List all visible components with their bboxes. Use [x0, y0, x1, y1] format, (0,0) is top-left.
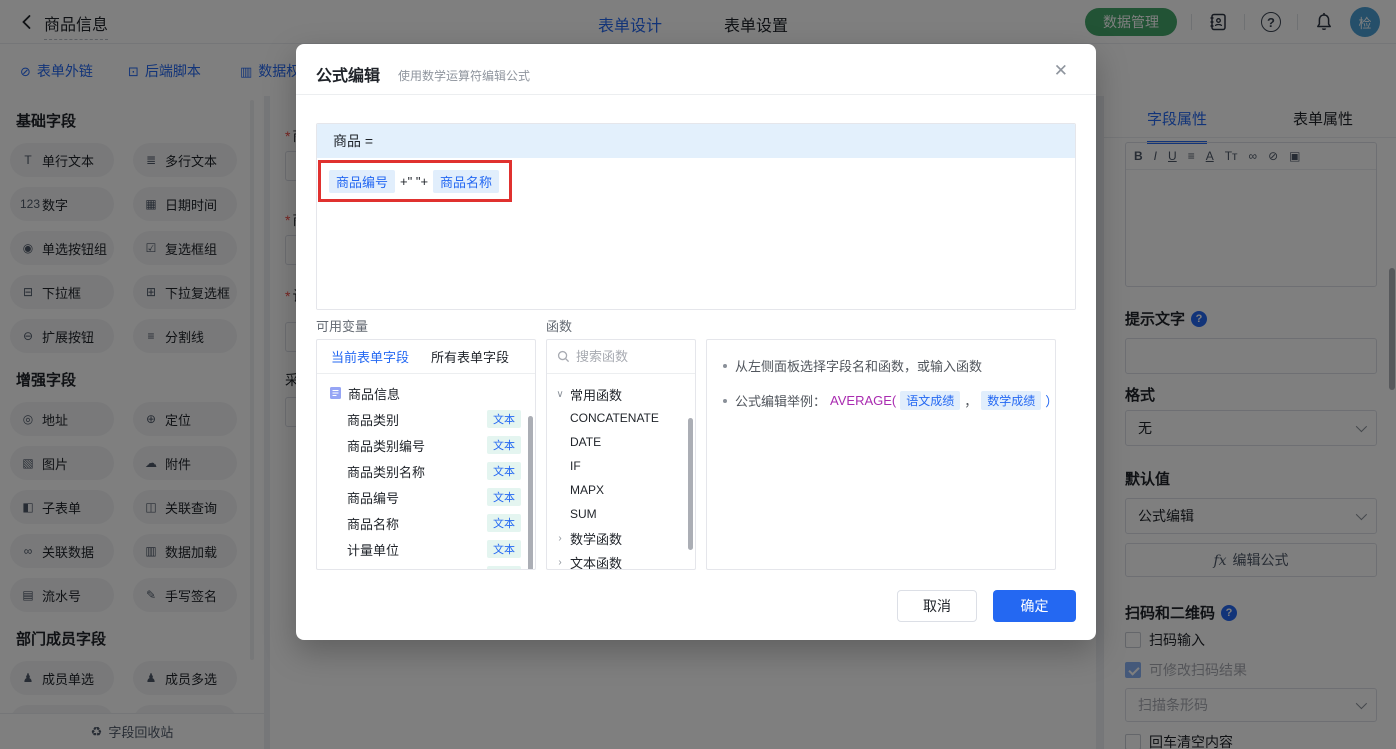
function-item-mapx[interactable]: MAPX: [547, 478, 695, 502]
form-group-node[interactable]: 商品信息: [317, 380, 535, 406]
formula-field-chip[interactable]: 商品编号: [329, 169, 396, 193]
variable-field-row[interactable]: 商品类别 文本: [317, 406, 535, 432]
function-group-common[interactable]: ∨ 常用函数: [547, 382, 695, 406]
tab-current-form-fields[interactable]: 当前表单字段: [331, 347, 409, 366]
variable-field-row[interactable]: 商品名称 文本: [317, 510, 535, 536]
functions-scrollbar[interactable]: [688, 418, 693, 550]
formula-operator: +" "+: [400, 173, 429, 189]
formula-highlight-box: 商品编号 +" "+ 商品名称: [318, 160, 512, 202]
group-label: 商品信息: [348, 386, 401, 402]
variable-name: 商品编号: [347, 490, 400, 506]
field-type-badge: 文本: [487, 410, 521, 428]
bullet-icon: [723, 363, 727, 368]
field-type-badge: 文本: [487, 488, 521, 506]
variable-name: 商品名称: [347, 516, 400, 532]
formula-editor-box: 商品 = 商品编号 +" "+ 商品名称: [316, 123, 1076, 310]
formula-target: 商品 =: [317, 124, 1075, 158]
close-icon[interactable]: ✕: [1054, 61, 1068, 81]
variable-field-row[interactable]: 商品类别名称 文本: [317, 458, 535, 484]
variable-field-row[interactable]: 计量单位 文本: [317, 536, 535, 562]
group-label: 数学函数: [570, 531, 623, 547]
variable-field-row[interactable]: 商品编号 文本: [317, 484, 535, 510]
formula-field-chip[interactable]: 商品名称: [433, 169, 500, 193]
help-text: 从左侧面板选择字段名和函数，或输入函数: [735, 359, 983, 374]
example-close-paren: ）: [1045, 391, 1055, 410]
cancel-button[interactable]: 取消: [897, 590, 977, 622]
example-function-name: AVERAGE(: [830, 393, 897, 408]
help-example-prefix: 公式编辑举例：: [735, 394, 827, 409]
divider: [296, 94, 1096, 95]
example-field-chip: 数学成绩: [981, 391, 1042, 410]
group-label: 常用函数: [570, 387, 623, 403]
chevron-right-icon: ›: [558, 556, 562, 568]
function-search[interactable]: [547, 340, 695, 374]
search-icon: [557, 350, 570, 363]
chevron-right-icon: ›: [558, 532, 562, 544]
function-group[interactable]: › 数学函数: [547, 526, 695, 550]
field-type-badge: 文本: [487, 540, 521, 558]
function-group[interactable]: › 文本函数: [547, 550, 695, 570]
field-type-badge: 文本: [487, 462, 521, 480]
function-item-date[interactable]: DATE: [547, 430, 695, 454]
help-line-2: 公式编辑举例： AVERAGE( 语文成绩 ， 数学成绩 ）: [723, 391, 1055, 410]
variable-field-row[interactable]: 文本: [317, 562, 535, 569]
variable-name: 商品类别名称: [347, 464, 426, 480]
field-type-badge: 文本: [487, 514, 521, 532]
field-type-badge: 文本: [487, 566, 521, 569]
chevron-down-icon: ∨: [556, 388, 564, 400]
bullet-icon: [723, 398, 727, 403]
modal-title: 公式编辑: [316, 68, 381, 85]
variables-label: 可用变量: [316, 319, 369, 334]
variable-name: 商品类别: [347, 412, 400, 428]
form-doc-icon: [330, 387, 341, 399]
variables-scrollbar[interactable]: [528, 416, 533, 569]
function-item-sum[interactable]: SUM: [547, 502, 695, 526]
variable-name: 商品类别编号: [347, 438, 426, 454]
function-list: ∨ 常用函数 CONCATENATE DATE IF MAPX SUM › 数学函数 › 文本…: [547, 374, 695, 570]
confirm-button[interactable]: 确定: [993, 590, 1076, 622]
example-field-chip: 语文成绩: [900, 391, 961, 410]
app: 商品信息 表单设计 表单设置 数据管理 ? 检 ⊘ 表单外链 ⊡ 后: [0, 0, 1396, 749]
function-item-if[interactable]: IF: [547, 454, 695, 478]
variable-field-row[interactable]: 商品类别编号 文本: [317, 432, 535, 458]
formula-editor-modal: 公式编辑 使用数学运算符编辑公式 ✕ 商品 = 商品编号 +" "+ 商品名称 可用…: [296, 44, 1096, 640]
tab-all-form-fields[interactable]: 所有表单字段: [431, 347, 509, 366]
help-line-1: 从左侧面板选择字段名和函数，或输入函数: [723, 356, 1055, 375]
modal-subtitle: 使用数学运算符编辑公式: [398, 69, 531, 83]
formula-input-area[interactable]: 商品编号 +" "+ 商品名称: [317, 158, 1075, 309]
variable-name: 计量单位: [347, 542, 400, 558]
functions-panel: ∨ 常用函数 CONCATENATEDATEIFMAPXSUM › 数学函数 › 文本…: [546, 339, 696, 570]
variables-tabs: 当前表单字段 所有表单字段: [317, 340, 535, 374]
function-item-concatenate[interactable]: CONCATENATE: [547, 406, 695, 430]
group-label: 文本函数: [570, 555, 623, 570]
formula-help-panel: 从左侧面板选择字段名和函数，或输入函数 公式编辑举例： AVERAGE( 语文成…: [706, 339, 1056, 570]
variables-tree: 商品信息 商品类别 文本 商品类别编号 文本 商品类别名称 文本 商品编号 文本 商品名称 文本计…: [317, 374, 535, 569]
functions-label: 函数: [546, 319, 573, 334]
function-search-input[interactable]: [576, 349, 676, 364]
field-type-badge: 文本: [487, 436, 521, 454]
variables-panel: 当前表单字段 所有表单字段 商品信息 商品类别 文本 商品类别编号 文本 商品类别名称文…: [316, 339, 536, 570]
example-comma: ，: [964, 394, 978, 409]
